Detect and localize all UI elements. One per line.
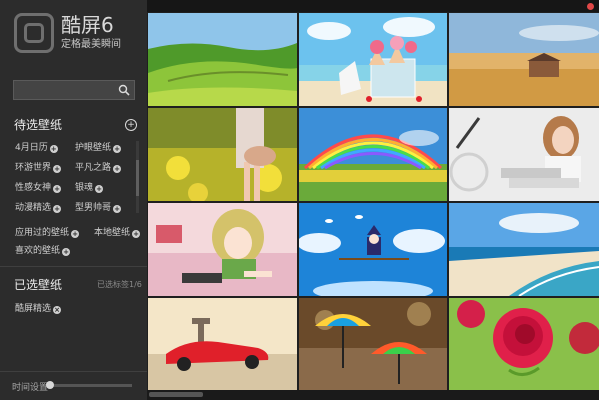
wallpaper-thumbnail[interactable] bbox=[299, 13, 447, 106]
add-icon[interactable]: + bbox=[53, 185, 62, 193]
wallpaper-thumbnail[interactable] bbox=[449, 108, 599, 201]
category-item[interactable]: 银魂 + bbox=[75, 182, 104, 194]
selected-item[interactable]: 酷屏精选 × bbox=[15, 303, 62, 315]
wallpaper-thumbnail[interactable] bbox=[449, 13, 599, 106]
wallpaper-thumbnail[interactable] bbox=[148, 203, 297, 296]
category-item[interactable]: 型男帅哥 + bbox=[75, 202, 122, 214]
wallpaper-thumbnail[interactable] bbox=[299, 203, 447, 296]
wallpaper-thumbnail[interactable] bbox=[449, 203, 599, 296]
timer-slider-handle[interactable] bbox=[46, 381, 54, 389]
add-icon[interactable]: + bbox=[113, 205, 122, 213]
category-item[interactable]: 护眼壁纸 + bbox=[75, 142, 122, 154]
wallpaper-thumbnail[interactable] bbox=[148, 13, 297, 106]
add-icon[interactable]: + bbox=[113, 165, 122, 173]
category-item[interactable]: 4月日历 + bbox=[15, 142, 58, 154]
category-item[interactable]: 平凡之路 + bbox=[75, 162, 122, 174]
gallery-scroll-thumb[interactable] bbox=[149, 392, 203, 397]
gallery-scrollbar[interactable] bbox=[147, 390, 599, 400]
timer-label: 时间设置 bbox=[12, 383, 49, 393]
selected-count: 已选标签1/6 bbox=[97, 280, 142, 289]
add-category-icon[interactable]: + bbox=[125, 119, 137, 131]
remove-icon[interactable]: × bbox=[53, 306, 62, 314]
add-icon[interactable]: + bbox=[132, 230, 141, 238]
wallpaper-thumbnail[interactable] bbox=[148, 298, 297, 390]
favorite-wallpapers-item[interactable]: 喜欢的壁纸 + bbox=[15, 245, 71, 257]
pending-wallpapers-title: 待选壁纸 bbox=[14, 118, 63, 132]
close-icon[interactable] bbox=[587, 3, 594, 10]
search-input[interactable] bbox=[14, 81, 122, 99]
wallpaper-thumbnail[interactable] bbox=[449, 298, 599, 390]
add-icon[interactable]: + bbox=[113, 145, 122, 153]
add-icon[interactable]: + bbox=[53, 165, 62, 173]
wallpaper-thumbnail[interactable] bbox=[299, 298, 447, 390]
search-box[interactable] bbox=[13, 80, 135, 100]
app-name: 酷屏6 bbox=[61, 13, 114, 37]
wallpaper-gallery bbox=[147, 0, 599, 400]
section-divider bbox=[0, 371, 147, 372]
add-icon[interactable]: + bbox=[71, 230, 80, 238]
applied-wallpapers-item[interactable]: 应用过的壁纸 + bbox=[15, 227, 80, 239]
app-logo-icon bbox=[14, 13, 54, 53]
section-divider bbox=[0, 266, 147, 267]
add-icon[interactable]: + bbox=[49, 145, 58, 153]
category-scroll-thumb[interactable] bbox=[136, 160, 139, 196]
local-wallpapers-item[interactable]: 本地壁纸 + bbox=[94, 227, 141, 239]
selected-wallpapers-title: 已选壁纸 bbox=[14, 278, 63, 292]
add-icon[interactable]: + bbox=[62, 248, 71, 256]
category-item[interactable]: 环游世界 + bbox=[15, 162, 62, 174]
wallpaper-thumbnail[interactable] bbox=[299, 108, 447, 201]
wallpaper-thumbnail[interactable] bbox=[148, 108, 297, 201]
add-icon[interactable]: + bbox=[53, 205, 62, 213]
top-bar bbox=[147, 0, 599, 12]
add-icon[interactable]: + bbox=[95, 185, 104, 193]
search-icon[interactable] bbox=[118, 84, 130, 96]
sidebar: 酷屏6 定格最美瞬间 待选壁纸 + 4月日历 + 护眼壁纸 + 环游世界 + 平凡之路… bbox=[0, 0, 148, 400]
category-item[interactable]: 性感女神 + bbox=[15, 182, 62, 194]
category-item[interactable]: 动漫精选 + bbox=[15, 202, 62, 214]
app-slogan: 定格最美瞬间 bbox=[61, 39, 121, 50]
timer-slider[interactable] bbox=[50, 384, 132, 387]
